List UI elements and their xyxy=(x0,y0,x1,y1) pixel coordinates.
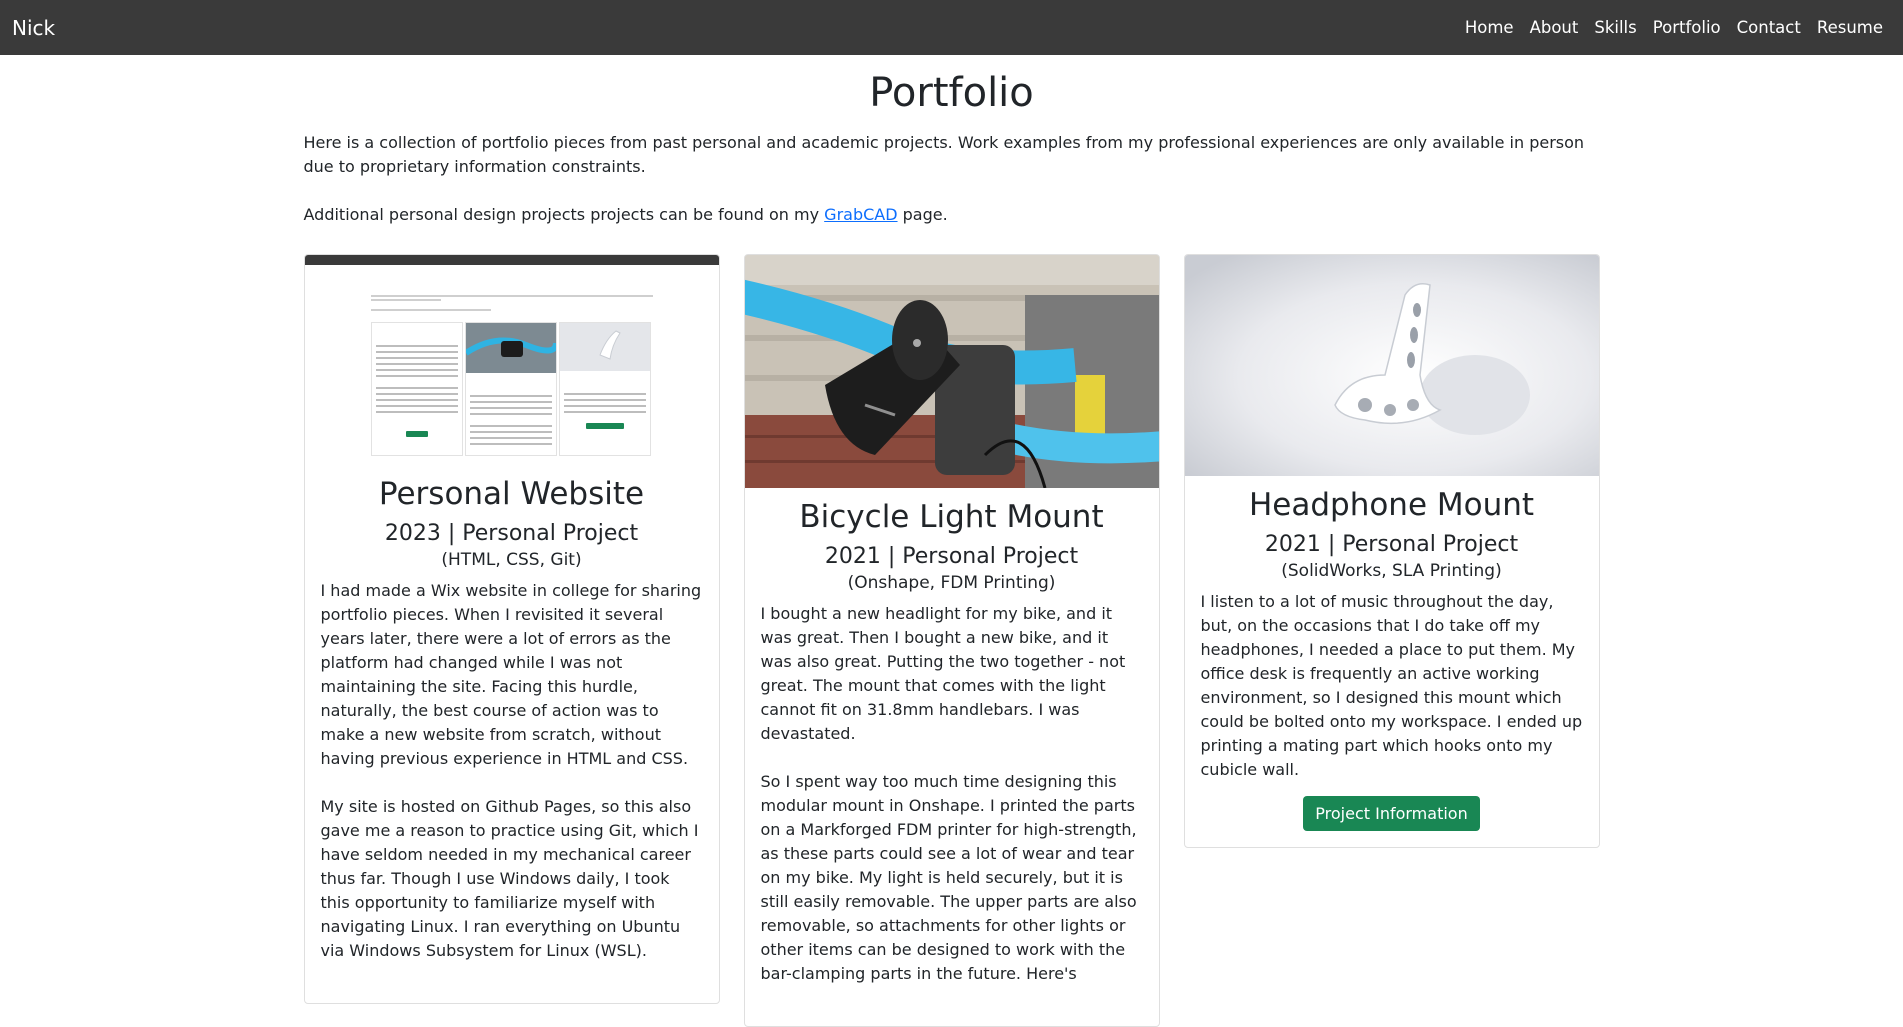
top-navbar: Nick Home About Skills Portfolio Contact… xyxy=(0,0,1903,55)
card-description: I bought a new headlight for my bike, an… xyxy=(761,602,1143,986)
card-subtitle: 2021 | Personal Project xyxy=(1264,531,1519,557)
card-personal-website: Personal Website 2023 | Personal Project… xyxy=(303,254,720,1005)
website-screenshot-image xyxy=(304,255,719,465)
card-description: I had made a Wix website in college for … xyxy=(321,579,703,963)
nav-portfolio[interactable]: Portfolio xyxy=(1645,18,1729,37)
card-subtitle: 2021 | Personal Project xyxy=(824,543,1079,569)
brand-link[interactable]: Nick xyxy=(12,16,55,40)
card-description: I listen to a lot of music throughout th… xyxy=(1201,590,1583,782)
nav-about[interactable]: About xyxy=(1522,18,1587,37)
card-subtitle: 2023 | Personal Project xyxy=(384,520,639,546)
card-title: Personal Website xyxy=(378,476,645,512)
intro-paragraph: Here is a collection of portfolio pieces… xyxy=(303,133,1585,176)
card-tech: (Onshape, FDM Printing) xyxy=(847,573,1056,594)
bicycle-light-image xyxy=(744,255,1159,488)
grabcad-text-after: page. xyxy=(897,205,948,224)
nav-home[interactable]: Home xyxy=(1457,18,1522,37)
nav-resume[interactable]: Resume xyxy=(1809,18,1891,37)
card-paragraph: I bought a new headlight for my bike, an… xyxy=(760,604,1126,744)
card-paragraph: My site is hosted on Github Pages, so th… xyxy=(320,797,699,961)
grabcad-text-before: Additional personal design projects proj… xyxy=(303,205,825,224)
card-paragraph: I listen to a lot of music throughout th… xyxy=(1200,592,1583,780)
card-paragraph: I had made a Wix website in college for … xyxy=(320,581,702,769)
card-body: Headphone Mount 2021 | Personal Project … xyxy=(1185,476,1599,847)
card-bicycle-light-mount: Bicycle Light Mount 2021 | Personal Proj… xyxy=(743,254,1160,1027)
card-paragraph: So I spent way too much time designing t… xyxy=(760,772,1137,984)
nav-contact[interactable]: Contact xyxy=(1729,18,1809,37)
mini-navbar xyxy=(304,255,719,265)
card-tech: (SolidWorks, SLA Printing) xyxy=(1281,561,1502,582)
portfolio-cards: Personal Website 2023 | Personal Project… xyxy=(303,254,1600,1027)
grabcad-paragraph: Additional personal design projects proj… xyxy=(304,203,1600,227)
page-title: Portfolio xyxy=(869,70,1034,116)
card-tech: (HTML, CSS, Git) xyxy=(441,550,582,571)
headphone-mount-image xyxy=(1184,255,1599,476)
card-title: Headphone Mount xyxy=(1248,487,1535,523)
nav-links: Home About Skills Portfolio Contact Resu… xyxy=(1457,18,1891,37)
grabcad-link[interactable]: GrabCAD xyxy=(824,205,897,224)
card-body: Bicycle Light Mount 2021 | Personal Proj… xyxy=(745,488,1159,1026)
main-content: Portfolio Here is a collection of portfo… xyxy=(303,55,1600,1027)
nav-skills[interactable]: Skills xyxy=(1586,18,1644,37)
card-body: Personal Website 2023 | Personal Project… xyxy=(305,465,719,1003)
card-title: Bicycle Light Mount xyxy=(799,499,1104,535)
card-headphone-mount: Headphone Mount 2021 | Personal Project … xyxy=(1183,254,1600,849)
project-information-button[interactable]: Project Information xyxy=(1303,796,1480,832)
